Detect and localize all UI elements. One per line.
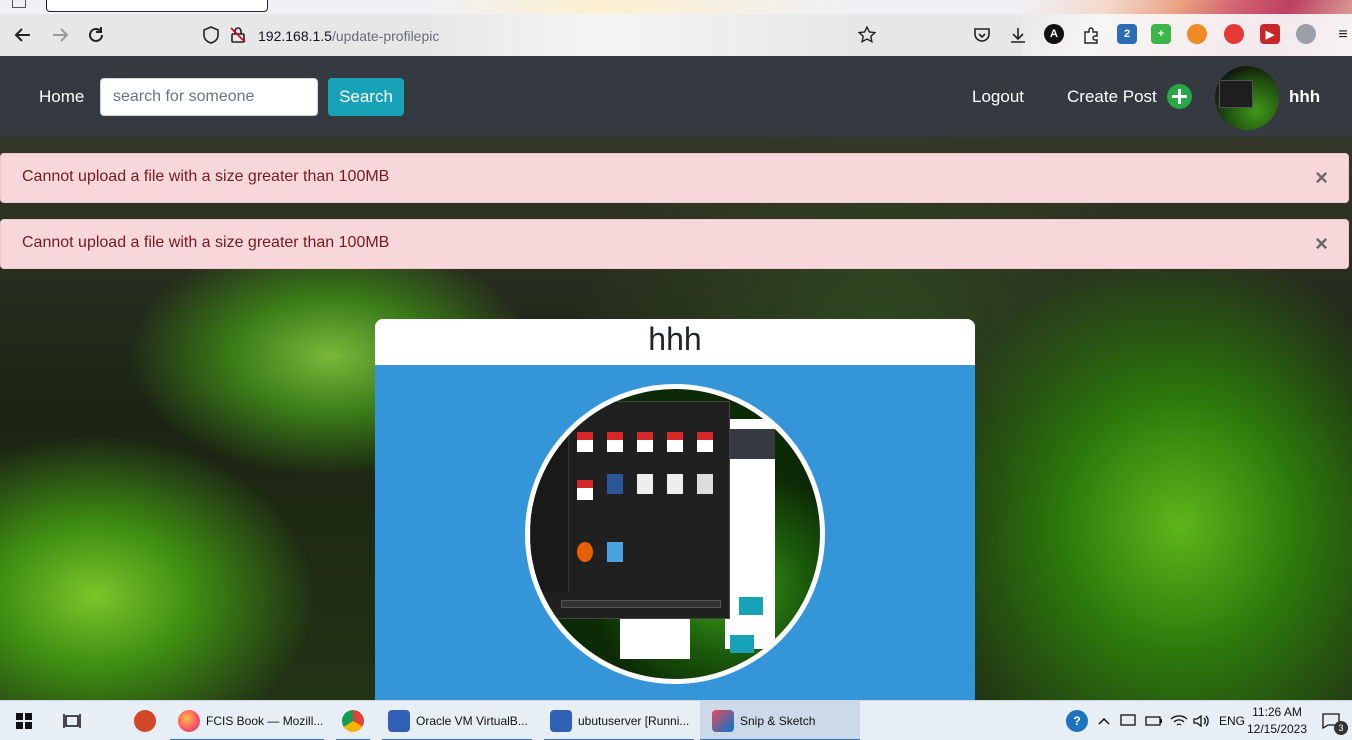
pdf-file-icon [697, 432, 713, 452]
word-file-icon [607, 474, 623, 494]
system-clock[interactable]: 11:26 AM 12/15/2023 [1245, 704, 1309, 738]
notification-count-badge: 3 [1334, 721, 1348, 735]
alert-message: Cannot upload a file with a size greater… [22, 168, 390, 185]
taskbar-app-firefox[interactable]: FCIS Book — Mozill... [170, 701, 324, 740]
help-question-icon: ? [1066, 710, 1088, 732]
extension-speed-icon[interactable]: 2 [1117, 24, 1137, 44]
window-menu-icon[interactable] [12, 0, 26, 8]
wifi-icon[interactable] [1170, 701, 1188, 740]
windows-start-icon[interactable] [10, 701, 38, 740]
nav-logout-link[interactable]: Logout [972, 87, 1024, 107]
site-navbar: Home Search Logout Create Post hhh [0, 56, 1352, 137]
taskbar-app-label: Snip & Sketch [740, 714, 816, 728]
pdf-file-icon [667, 432, 683, 452]
extension-circle-icon[interactable] [1224, 24, 1244, 44]
close-icon[interactable]: × [1315, 231, 1328, 257]
insecure-lock-icon[interactable] [225, 22, 251, 48]
shortcut-file-icon [697, 474, 713, 494]
profile-picture-update-snippet [730, 635, 754, 653]
pocket-icon[interactable] [969, 22, 995, 48]
extension-media-icon[interactable]: ▶ [1260, 24, 1280, 44]
this-pc-file-icon [607, 542, 623, 562]
back-arrow-icon[interactable] [10, 22, 36, 48]
url-host: 192.168.1.5 [258, 28, 332, 44]
avatar[interactable] [1215, 66, 1279, 130]
error-alert: Cannot upload a file with a size greater… [0, 219, 1349, 269]
taskbar-app-label: FCIS Book — Mozill... [206, 714, 324, 728]
text-file-icon [637, 474, 653, 494]
taskbar-app-virtualbox[interactable]: Oracle VM VirtualB... [382, 701, 532, 740]
tray-overflow-chevron-icon[interactable] [1098, 701, 1110, 740]
search-button[interactable]: Search [328, 78, 404, 116]
nav-home-link[interactable]: Home [39, 87, 84, 107]
windows-taskbar: FCIS Book — Mozill... Oracle VM VirtualB… [0, 700, 1352, 740]
text-file-icon [667, 474, 683, 494]
virtualbox-icon [388, 710, 410, 732]
pdf-file-icon [607, 432, 623, 452]
snip-sketch-icon [712, 710, 734, 732]
profile-picture-browser-snippet [725, 419, 775, 649]
search-input[interactable] [100, 78, 318, 116]
help-icon[interactable]: ? [1066, 701, 1088, 740]
powerpoint-icon[interactable] [130, 701, 160, 740]
tray-device-icon[interactable] [1120, 701, 1136, 740]
shield-icon[interactable] [198, 22, 224, 48]
avatar-thumbnail [1219, 80, 1253, 108]
taskbar-app-chrome[interactable] [336, 701, 370, 740]
taskbar-app-snip-sketch[interactable]: Snip & Sketch [700, 701, 860, 740]
bookmark-star-icon[interactable] [854, 22, 880, 48]
pdf-file-icon [577, 432, 593, 452]
dialog-sidebar [531, 422, 569, 592]
extension-green-icon[interactable]: + [1151, 24, 1171, 44]
language-indicator[interactable]: ENG [1219, 701, 1245, 740]
task-view-icon[interactable] [60, 701, 84, 740]
taskbar-app-label: ubutuserver [Runni... [578, 714, 690, 728]
firefox-icon [178, 710, 200, 732]
browser-toolbar: 192.168.1.5/update-profilepic A 2 + ▶ ≡ [0, 14, 1352, 56]
plus-circle-icon[interactable] [1167, 84, 1192, 109]
reload-icon[interactable] [83, 22, 109, 48]
nav-username[interactable]: hhh [1289, 87, 1320, 107]
profile-picture-file-dialog [530, 401, 730, 619]
battery-icon[interactable] [1145, 701, 1163, 740]
volume-icon[interactable] [1193, 701, 1211, 740]
hamburger-menu-icon[interactable]: ≡ [1330, 22, 1352, 48]
url-bar[interactable]: 192.168.1.5/update-profilepic [258, 28, 439, 44]
page-background: Home Search Logout Create Post hhh Canno… [0, 56, 1352, 700]
alert-message: Cannot upload a file with a size greater… [22, 234, 390, 251]
url-path: /update-profilepic [331, 28, 440, 44]
clock-time: 11:26 AM [1252, 705, 1302, 719]
error-alert: Cannot upload a file with a size greater… [0, 153, 1349, 203]
extensions-puzzle-icon[interactable] [1078, 22, 1104, 48]
browser-tab-active[interactable] [46, 0, 268, 12]
pdf-file-icon [577, 480, 593, 500]
profile-picture-update-snippet [739, 597, 763, 615]
download-icon[interactable] [1005, 22, 1031, 48]
clock-date: 12/15/2023 [1246, 722, 1308, 736]
profile-picture[interactable] [525, 384, 825, 684]
powerpoint-app-icon [134, 710, 156, 732]
profile-picture-navbar-snippet [725, 429, 775, 459]
profile-picture-form-snippet [620, 619, 690, 659]
vm-window-icon [550, 710, 572, 732]
nav-create-post-link[interactable]: Create Post [1067, 87, 1157, 107]
profile-name: hhh [375, 319, 975, 365]
close-icon[interactable]: × [1315, 165, 1328, 191]
account-a-icon[interactable]: A [1044, 24, 1064, 44]
extension-globe-icon[interactable] [1296, 24, 1316, 44]
forward-arrow-icon[interactable] [47, 22, 73, 48]
chrome-icon [342, 710, 364, 732]
taskbar-app-label: Oracle VM VirtualB... [416, 714, 528, 728]
taskbar-app-ubuntu-vm[interactable]: ubutuserver [Runni... [544, 701, 694, 740]
extension-orange-icon[interactable] [1187, 24, 1207, 44]
pdf-file-icon [637, 432, 653, 452]
dialog-filename-bar [561, 600, 721, 608]
firefox-file-icon [577, 542, 593, 562]
notification-center-icon[interactable]: 3 [1322, 701, 1348, 740]
profile-card: hhh [375, 319, 975, 700]
